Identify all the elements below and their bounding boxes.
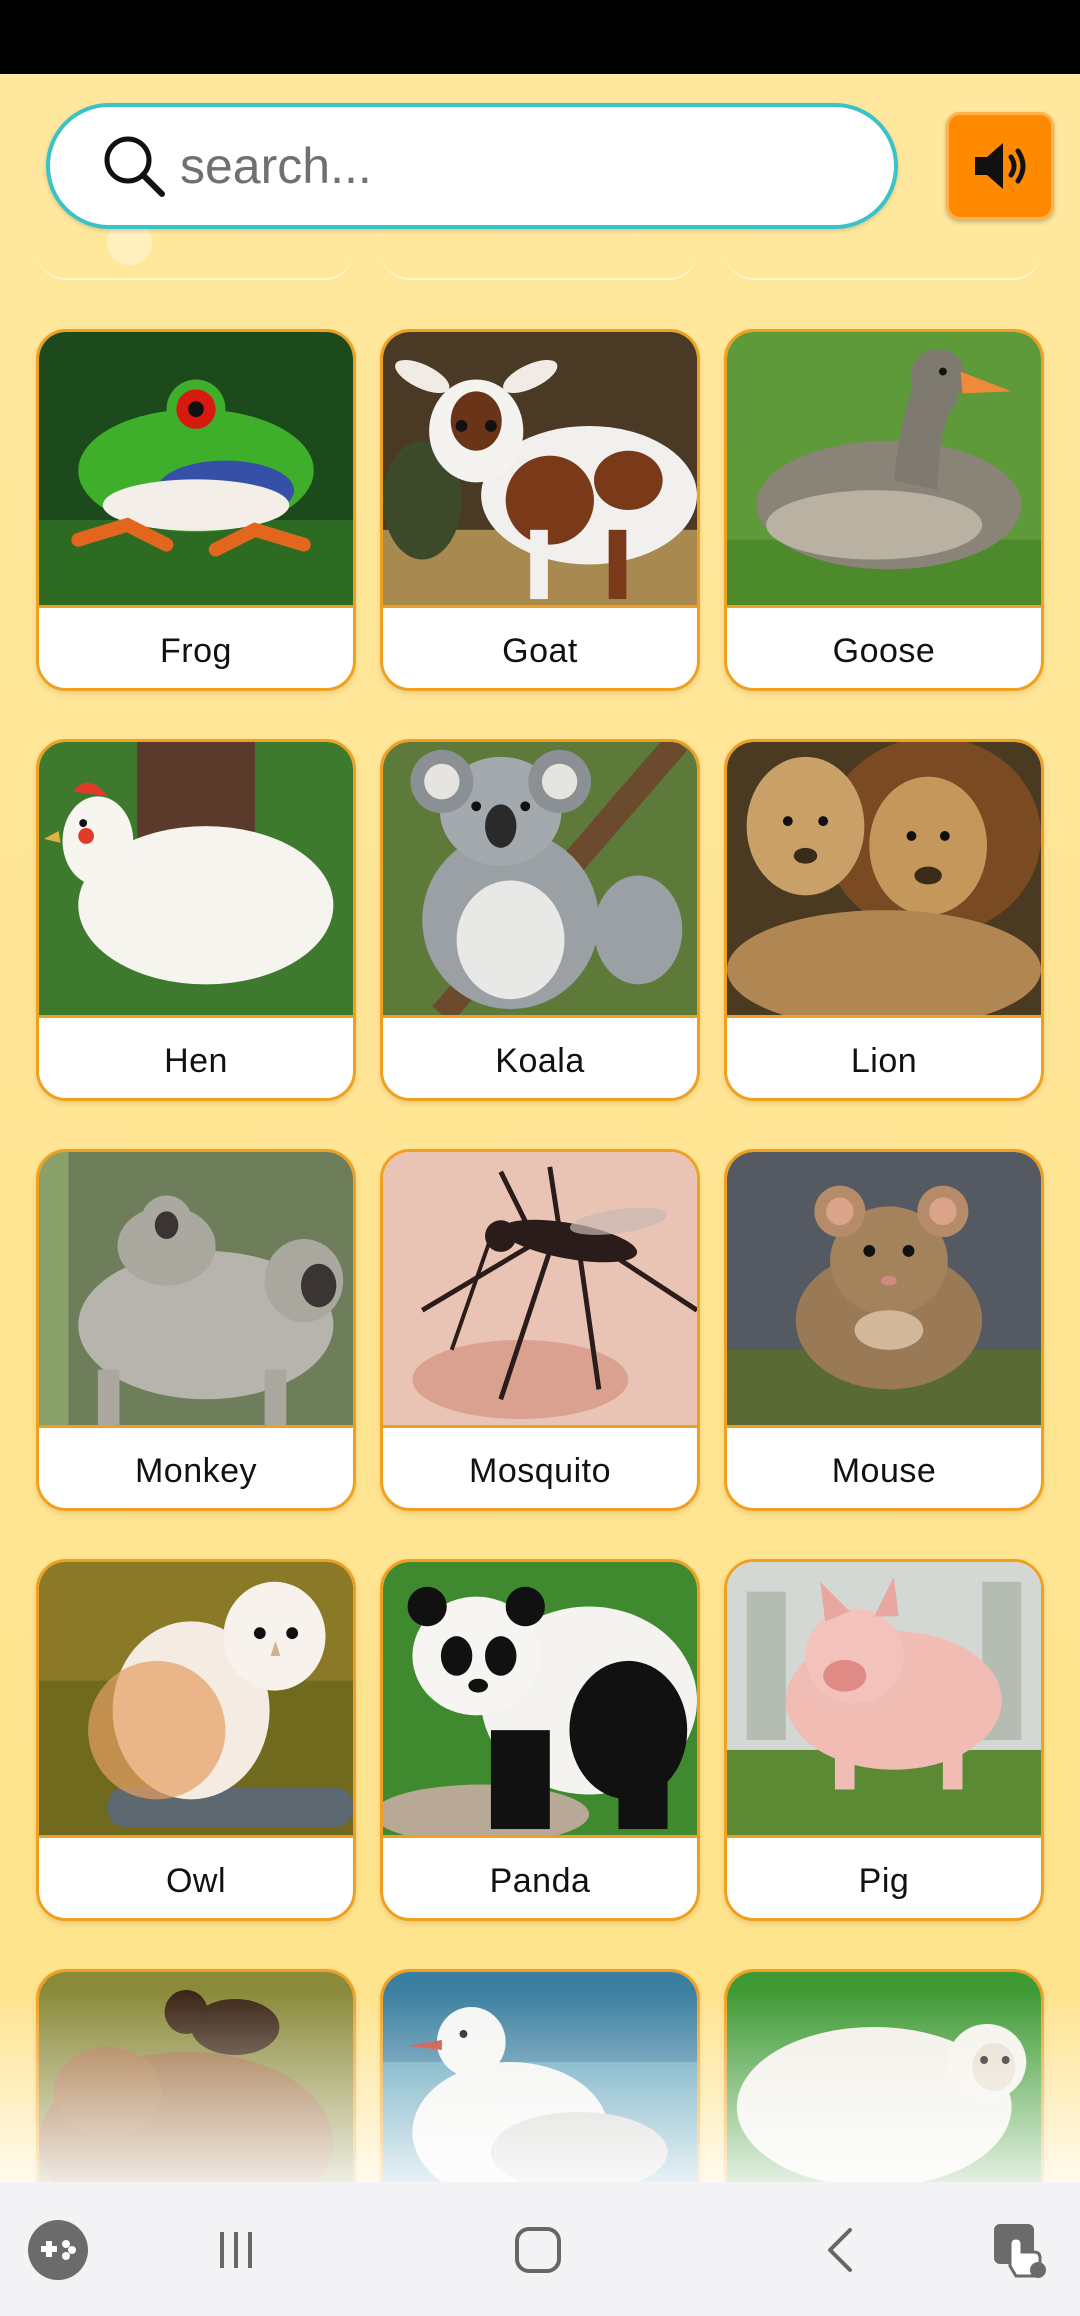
animal-label: Goose (832, 631, 936, 670)
animal-card-mouse[interactable]: Mouse (724, 1149, 1044, 1511)
search-bar[interactable] (46, 103, 898, 229)
animal-card-lion[interactable]: Lion (724, 739, 1044, 1101)
search-input[interactable] (180, 126, 880, 206)
animal-label: Mouse (831, 1451, 937, 1490)
animal-label: Lion (850, 1041, 918, 1080)
owl-photo (39, 1562, 353, 1838)
koala-photo (383, 742, 697, 1018)
animal-label: Panda (489, 1861, 591, 1900)
game-launcher-icon (28, 2220, 88, 2280)
home-icon (515, 2227, 561, 2273)
previous-card-edge (36, 250, 354, 280)
goose-photo (727, 332, 1041, 608)
animal-card-pig[interactable]: Pig (724, 1559, 1044, 1921)
panda-photo (383, 1562, 697, 1838)
game-launcher-button[interactable] (20, 2212, 96, 2288)
animal-label: Koala (495, 1041, 585, 1080)
animal-label: Owl (165, 1861, 227, 1900)
frog-photo (39, 332, 353, 608)
animal-label: Monkey (134, 1451, 258, 1490)
animal-card-mosquito[interactable]: Mosquito (380, 1149, 700, 1511)
assistant-icon (994, 2224, 1046, 2278)
hen-photo (39, 742, 353, 1018)
goat-photo (383, 332, 697, 608)
sound-button[interactable] (946, 112, 1054, 220)
recent-apps-icon (220, 2232, 252, 2268)
animal-card-goose[interactable]: Goose (724, 329, 1044, 691)
animal-card-goat[interactable]: Goat (380, 329, 700, 691)
animal-card-monkey[interactable]: Monkey (36, 1149, 356, 1511)
monkey-photo (39, 1152, 353, 1428)
pig-photo (727, 1562, 1041, 1838)
previous-card-edge (724, 250, 1042, 280)
animal-label: Pig (858, 1861, 910, 1900)
home-button[interactable] (500, 2212, 576, 2288)
animal-card-frog[interactable]: Frog (36, 329, 356, 691)
lion-photo (727, 742, 1041, 1018)
mosquito-photo (383, 1152, 697, 1428)
status-bar (0, 0, 1080, 74)
bottom-fade (0, 1990, 1080, 2182)
previous-card-edge (380, 250, 698, 280)
search-icon (104, 136, 165, 197)
mouse-photo (727, 1152, 1041, 1428)
back-icon (828, 2228, 852, 2272)
animal-card-koala[interactable]: Koala (380, 739, 700, 1101)
recent-apps-button[interactable] (198, 2212, 274, 2288)
animal-card-owl[interactable]: Owl (36, 1559, 356, 1921)
back-button[interactable] (804, 2212, 880, 2288)
animal-card-hen[interactable]: Hen (36, 739, 356, 1101)
speaker-icon (975, 143, 1026, 189)
animal-label: Mosquito (469, 1451, 611, 1490)
assistant-button[interactable] (982, 2212, 1058, 2288)
animal-label: Hen (164, 1041, 228, 1080)
animal-card-panda[interactable]: Panda (380, 1559, 700, 1921)
animal-label: Goat (502, 631, 578, 670)
animal-label: Frog (160, 631, 232, 670)
